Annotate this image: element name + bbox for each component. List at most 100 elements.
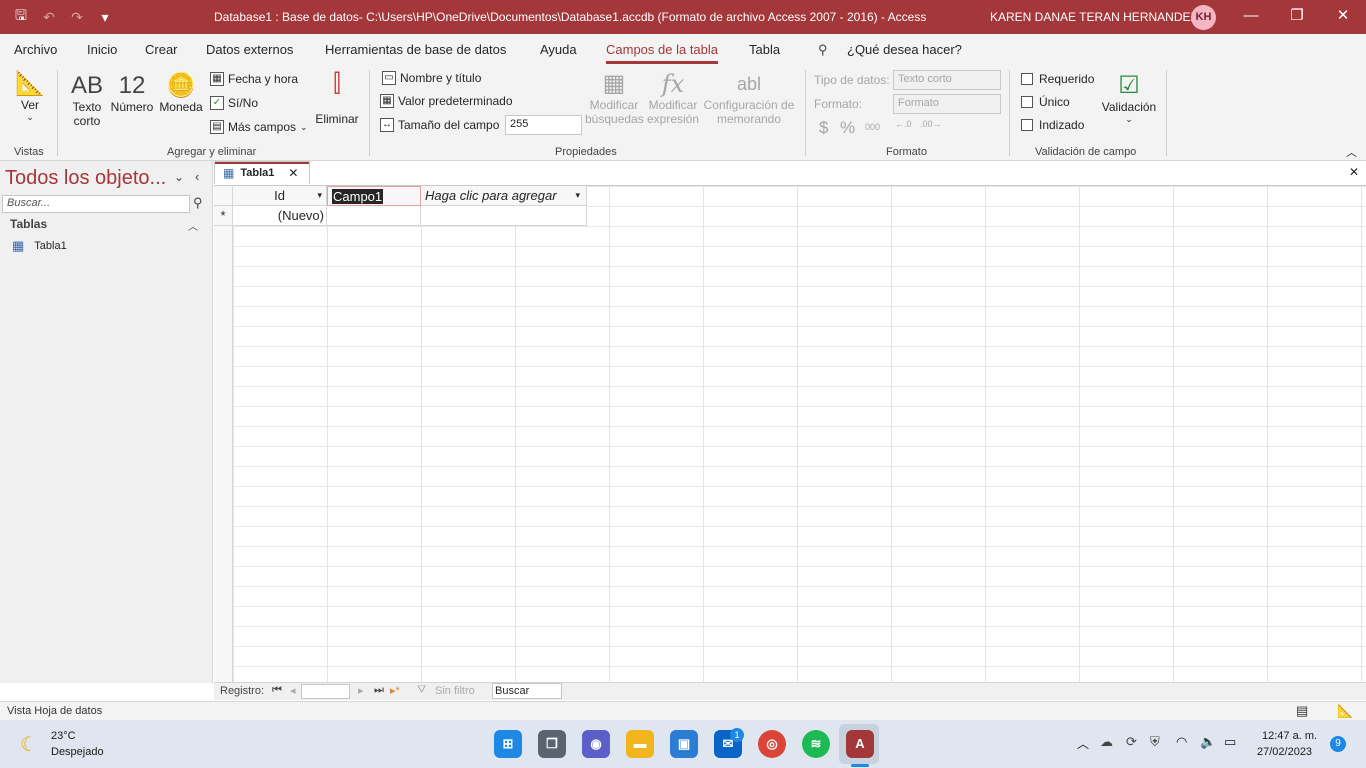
cell-id-new[interactable]: (Nuevo) <box>233 206 327 226</box>
task-view-icon[interactable]: ❐ <box>538 730 566 758</box>
moon-icon[interactable]: ☾ <box>20 732 38 757</box>
chevron-down-icon[interactable]: ⌄ <box>174 170 184 184</box>
cell-add-new[interactable] <box>421 206 587 226</box>
tab-herramientas[interactable]: Herramientas de base de datos <box>325 42 506 57</box>
store-icon[interactable]: ▣ <box>670 730 698 758</box>
battery-icon[interactable]: ▭ <box>1224 734 1236 750</box>
chevron-up-icon[interactable]: ︿ <box>188 218 198 233</box>
si-no-button[interactable]: ✓ Sí/No <box>210 96 258 110</box>
tipo-datos-select[interactable]: Texto corto <box>893 70 1001 90</box>
chevron-up-icon[interactable]: ︿ <box>1077 735 1089 752</box>
undo-icon[interactable]: ↶ <box>38 9 60 26</box>
restore-button[interactable]: ❐ <box>1274 0 1320 34</box>
close-button[interactable]: ✕ <box>1320 0 1366 34</box>
new-record-marker[interactable]: * <box>214 206 233 226</box>
tab-archivo[interactable]: Archivo <box>14 42 57 57</box>
windows-start-icon[interactable]: ⊞ <box>494 730 522 758</box>
close-document-icon[interactable]: ✕ <box>1349 165 1359 179</box>
tab-crear[interactable]: Crear <box>145 42 178 57</box>
wifi-icon[interactable]: ◠ <box>1176 734 1187 750</box>
formato-select[interactable]: Formato <box>893 94 1001 114</box>
nombre-titulo-button[interactable]: ▭ Nombre y título <box>382 71 481 85</box>
previous-record-icon[interactable]: ◂ <box>290 684 296 697</box>
doc-tab-tabla1[interactable]: ▦ Tabla1 ✕ <box>214 161 310 184</box>
numero-button[interactable]: 12 Número <box>108 72 156 114</box>
requerido-checkbox[interactable]: Requerido <box>1021 72 1094 86</box>
validacion-button[interactable]: ☑ Validación ⌄ <box>1100 72 1158 125</box>
chevron-down-icon[interactable]: ▾ <box>575 186 580 205</box>
texto-corto-button[interactable]: AB Texto corto <box>68 72 106 128</box>
tab-datos-externos[interactable]: Datos externos <box>206 42 293 57</box>
sync-icon[interactable]: ⟳ <box>1126 734 1137 750</box>
filter-icon[interactable]: ⛛ <box>417 684 426 697</box>
avatar[interactable]: KH <box>1191 5 1216 30</box>
spotify-icon[interactable]: ≋ <box>802 730 830 758</box>
eliminar-button[interactable]: ⫿ Eliminar <box>313 70 361 126</box>
tab-tabla[interactable]: Tabla <box>749 42 780 57</box>
nav-item-tabla1[interactable]: ▦ Tabla1 <box>12 238 67 254</box>
file-explorer-icon[interactable]: ▬ <box>626 730 654 758</box>
moneda-button[interactable]: 🪙 Moneda <box>157 72 205 114</box>
save-icon[interactable]: 🖫 <box>10 5 32 29</box>
new-record-icon[interactable]: ▸* <box>390 684 400 697</box>
modificar-expresion-button[interactable]: fx Modificar expresión <box>645 70 701 126</box>
antivirus-icon[interactable]: ⛨ <box>1150 734 1160 750</box>
tamano-campo-input[interactable]: 255 <box>505 115 582 135</box>
last-record-icon[interactable]: ⏭ <box>374 684 384 697</box>
chrome-icon[interactable]: ◎ <box>758 730 786 758</box>
tell-me-input[interactable]: ¿Qué desea hacer? <box>847 42 962 57</box>
user-name[interactable]: KAREN DANAE TERAN HERNANDEZ <box>990 10 1198 24</box>
first-record-icon[interactable]: ⏮ <box>272 684 282 697</box>
clock-date[interactable]: 27/02/2023 <box>1257 746 1312 758</box>
chat-icon[interactable]: ◉ <box>582 730 610 758</box>
unico-checkbox[interactable]: Único <box>1021 95 1070 109</box>
record-search-input[interactable]: Buscar <box>492 683 562 699</box>
next-record-icon[interactable]: ▸ <box>358 684 364 697</box>
configuracion-memorando-button[interactable]: abl Configuración de memorando <box>702 70 796 126</box>
calendar-icon: ▦ <box>210 72 224 86</box>
select-all-cell[interactable] <box>214 186 233 206</box>
access-icon[interactable]: A <box>846 730 874 758</box>
filter-status[interactable]: Sin filtro <box>435 685 475 697</box>
fecha-hora-button[interactable]: ▦ Fecha y hora <box>210 72 298 86</box>
indizado-checkbox[interactable]: Indizado <box>1021 118 1084 132</box>
valor-predeterminado-button[interactable]: ▦ Valor predeterminado <box>380 94 513 108</box>
tab-inicio[interactable]: Inicio <box>87 42 117 57</box>
ver-button[interactable]: 📐 Ver ⌄ <box>10 70 50 123</box>
mas-campos-button[interactable]: ▤ Más campos ⌄ <box>210 120 308 134</box>
volume-icon[interactable]: 🔈 <box>1200 734 1216 750</box>
column-header-add[interactable]: Haga clic para agregar ▾ <box>421 186 587 206</box>
tab-ayuda[interactable]: Ayuda <box>540 42 577 57</box>
onedrive-icon[interactable]: ☁ <box>1100 734 1113 750</box>
nav-pane-title[interactable]: Todos los objeto... <box>5 167 166 190</box>
minimize-button[interactable]: — <box>1228 0 1274 34</box>
design-view-icon[interactable]: 📐 <box>1337 703 1353 719</box>
search-icon[interactable]: ⚲ <box>193 195 203 211</box>
thousands-format-button[interactable]: 000 <box>865 122 880 132</box>
close-icon[interactable]: ✕ <box>288 166 298 180</box>
nav-section-tablas[interactable]: Tablas <box>10 217 47 231</box>
weather-desc[interactable]: Despejado <box>51 746 104 758</box>
weather-temp[interactable]: 23°C <box>51 730 76 742</box>
collapse-pane-icon[interactable]: ‹ <box>195 169 199 184</box>
redo-icon[interactable]: ↷ <box>66 9 88 26</box>
record-number-input[interactable] <box>301 684 350 699</box>
search-icon[interactable]: ⚲ <box>818 42 828 58</box>
cell-campo1-new[interactable] <box>327 206 421 226</box>
decrease-decimals-icon[interactable]: .00→ <box>920 119 942 129</box>
increase-decimals-icon[interactable]: ←.0 <box>895 119 912 129</box>
collapse-ribbon-icon[interactable]: ︿ <box>1346 144 1357 160</box>
percent-format-button[interactable]: % <box>840 118 855 138</box>
datasheet-view-icon[interactable]: ▤ <box>1296 703 1308 719</box>
nav-search-input[interactable]: Buscar... <box>2 195 190 213</box>
modificar-busquedas-button[interactable]: ▦ Modificar búsquedas <box>585 70 644 126</box>
tab-campos-de-la-tabla[interactable]: Campos de la tabla <box>606 42 719 64</box>
notification-badge[interactable]: 9 <box>1330 736 1346 752</box>
chevron-down-icon[interactable]: ▾ <box>317 186 322 205</box>
column-header-id[interactable]: Id ▾ <box>233 186 327 206</box>
clock-time[interactable]: 12:47 a. m. <box>1262 730 1317 742</box>
column-header-campo1[interactable]: Campo1 <box>327 186 421 206</box>
currency-format-button[interactable]: $ <box>819 118 828 138</box>
customize-qat-icon[interactable]: ▾ <box>94 9 116 26</box>
column-header-label[interactable]: Campo1 <box>332 189 384 204</box>
